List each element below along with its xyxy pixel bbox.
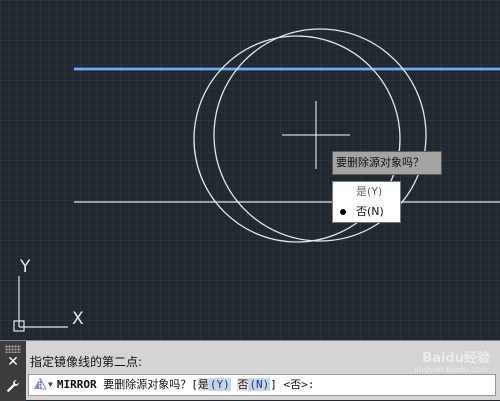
selected-bullet-icon xyxy=(340,209,346,215)
close-icon[interactable]: ✕ xyxy=(6,355,20,369)
cmd-option-no[interactable]: 否(N) xyxy=(237,378,271,391)
command-input[interactable]: ▼ MIRROR 要删除源对象吗？[是(Y) 否(N)] <否>: xyxy=(28,374,496,396)
option-no-label: 否(N) xyxy=(356,205,384,218)
command-name: MIRROR xyxy=(56,378,97,391)
cmd-option-no-text: 否 xyxy=(237,378,249,391)
option-no[interactable]: 否(N) xyxy=(333,202,400,222)
grip-handle-icon[interactable] xyxy=(5,345,21,353)
command-line-sidebar: ✕ xyxy=(0,341,26,401)
watermark-url: jingyan.baidu.com xyxy=(414,365,488,374)
option-yes[interactable]: 是(Y) xyxy=(333,182,400,202)
option-yes-label: 是(Y) xyxy=(356,185,383,198)
mirror-command-icon[interactable] xyxy=(33,377,47,391)
command-history-line: 指定镜像线的第二点: xyxy=(30,355,143,369)
watermark-brand: Baidu经验 xyxy=(422,351,490,366)
default-value: <否>: xyxy=(283,378,315,391)
wrench-icon[interactable] xyxy=(6,379,20,393)
cmd-option-no-key: (N) xyxy=(248,378,271,391)
prompt-question: 要删除源对象吗？ xyxy=(336,156,424,169)
option-menu[interactable]: 是(Y) 否(N) xyxy=(332,181,401,223)
drawing-canvas[interactable]: Y X 要删除源对象吗？ 是(Y) 否(N) xyxy=(0,0,500,340)
command-line-panel: ✕ 指定镜像线的第二点: Baidu经验 jingyan.baidu.com ▼… xyxy=(0,340,500,401)
cmd-option-yes[interactable]: 是(Y) xyxy=(197,378,231,391)
ucs-y-label: Y xyxy=(19,257,31,277)
bracket-open: [ xyxy=(191,378,198,391)
bracket-close: ] xyxy=(270,378,277,391)
dynamic-input-prompt: 要删除源对象吗？ xyxy=(332,151,442,175)
ucs-x-label: X xyxy=(72,309,84,329)
cmd-option-yes-key: (Y) xyxy=(208,378,231,391)
command-question: 要删除源对象吗？ xyxy=(103,378,192,391)
chevron-down-icon[interactable]: ▼ xyxy=(48,375,53,395)
cmd-option-yes-text: 是 xyxy=(197,378,209,391)
